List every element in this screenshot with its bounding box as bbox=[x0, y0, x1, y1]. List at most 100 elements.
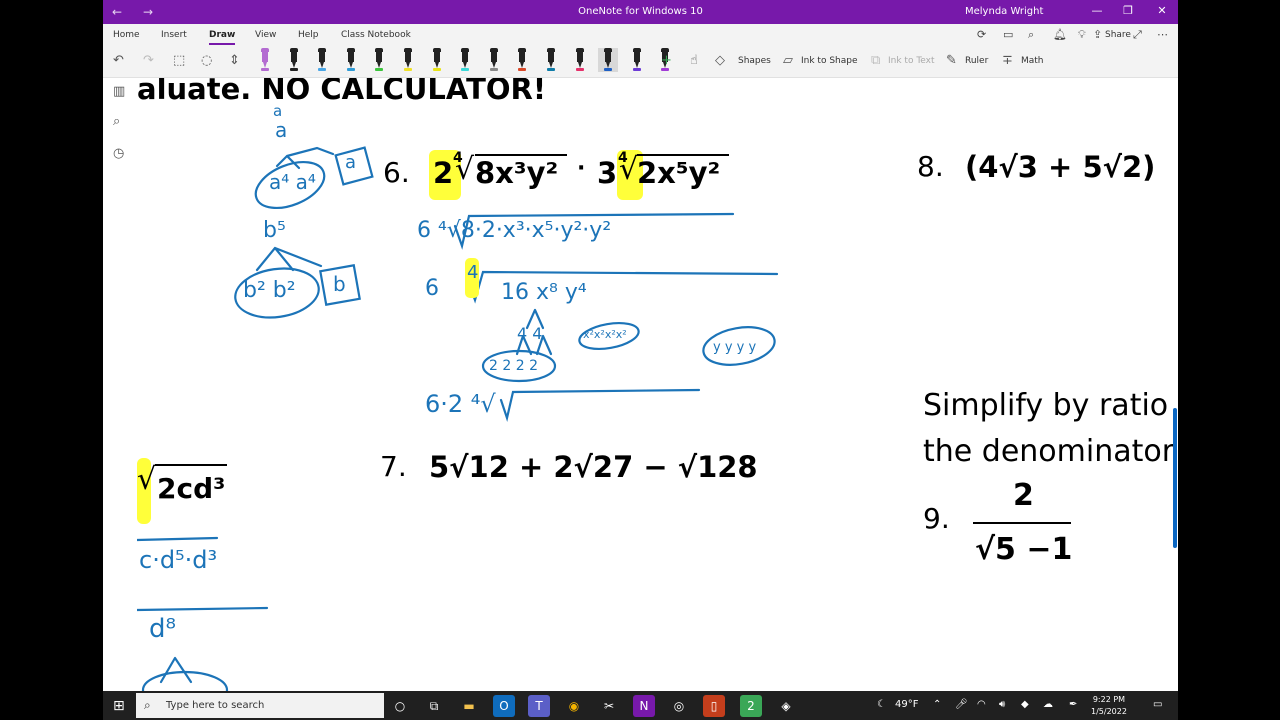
touch-draw-icon[interactable]: ☝ bbox=[690, 53, 698, 68]
ink-radical bbox=[499, 388, 701, 423]
math-button[interactable]: Math bbox=[1021, 56, 1044, 66]
add-pen-icon[interactable]: + bbox=[661, 53, 672, 68]
ruler-icon[interactable]: ✎ bbox=[946, 53, 957, 68]
add-space-icon[interactable]: ⇕ bbox=[229, 53, 240, 68]
ink-text: a bbox=[345, 152, 357, 173]
close-button[interactable]: ✕ bbox=[1155, 4, 1169, 18]
pen-tool[interactable] bbox=[403, 48, 413, 72]
tab-draw[interactable]: Draw bbox=[209, 30, 236, 45]
pen-tool[interactable] bbox=[598, 48, 619, 72]
ink-text: a⁴ a⁴ bbox=[269, 170, 316, 194]
weather-icon[interactable]: ☾ bbox=[877, 699, 886, 710]
tab-class-notebook[interactable]: Class Notebook bbox=[341, 30, 411, 40]
ink-to-shape-button[interactable]: Ink to Shape bbox=[801, 56, 858, 66]
pen-tool[interactable] bbox=[460, 48, 470, 72]
windows-start-icon[interactable]: ⊞ bbox=[113, 698, 125, 714]
chevron-up-icon[interactable]: ⌃ bbox=[933, 699, 941, 710]
system-clock[interactable]: 9:22 PM 1/5/2022 bbox=[1091, 694, 1127, 718]
pen-tool[interactable] bbox=[260, 48, 270, 72]
tab-insert[interactable]: Insert bbox=[161, 30, 187, 40]
microphone-icon[interactable]: 🎤︎ bbox=[955, 699, 968, 710]
ink-text: b² b² bbox=[243, 278, 296, 303]
chrome-icon[interactable]: ◉ bbox=[563, 695, 585, 717]
ink-text: c·d⁵·d³ bbox=[139, 546, 218, 574]
pen-tool[interactable] bbox=[546, 48, 556, 72]
lightbulb-icon[interactable]: 💡︎ bbox=[1078, 28, 1086, 42]
lasso-icon[interactable]: ◌ bbox=[201, 53, 212, 68]
search-placeholder: Type here to search bbox=[166, 700, 265, 711]
ink-to-shape-icon[interactable]: ▱ bbox=[783, 53, 793, 68]
pen-tool[interactable] bbox=[432, 48, 442, 72]
office-icon[interactable]: ▯ bbox=[703, 695, 725, 717]
cloud-icon[interactable]: ☁ bbox=[1043, 699, 1053, 710]
pen-tool[interactable] bbox=[489, 48, 499, 72]
maximize-button[interactable]: ❐ bbox=[1121, 4, 1135, 18]
ink-text: 6 bbox=[425, 276, 439, 301]
outlook-icon[interactable]: O bbox=[493, 695, 515, 717]
recent-icon[interactable]: ◷ bbox=[113, 146, 124, 161]
taskbar: ⊞ ⌕ Type here to search ○ ⧉ ▬ O T ◉ ✂ N … bbox=[103, 691, 1178, 720]
pen-tool[interactable] bbox=[517, 48, 527, 72]
obs-icon[interactable]: ◎ bbox=[668, 695, 690, 717]
task-view-icon[interactable]: ⧉ bbox=[423, 695, 445, 717]
ink-text: 6 ⁴√8·2·x³·x⁵·y²·y² bbox=[417, 218, 612, 243]
ink-text: 6·2 ⁴√ bbox=[425, 390, 496, 418]
volume-icon[interactable]: 🔊︎ bbox=[999, 699, 1005, 710]
redo-icon[interactable]: ↷ bbox=[143, 53, 154, 68]
page-view-icon[interactable]: ▭ bbox=[1003, 28, 1013, 41]
ink-text: x²x²x²x² bbox=[583, 328, 627, 341]
search-icon[interactable]: ⌕ bbox=[1028, 28, 1034, 42]
user-name[interactable]: Melynda Wright bbox=[965, 6, 1043, 17]
network-icon[interactable]: ◠ bbox=[977, 699, 986, 710]
onenote-icon[interactable]: N bbox=[633, 695, 655, 717]
dropbox-icon[interactable]: ◆ bbox=[1021, 699, 1029, 710]
pen-icon[interactable]: ✒ bbox=[1069, 699, 1077, 710]
shapes-button[interactable]: Shapes bbox=[738, 56, 771, 66]
snip-icon[interactable]: ✂ bbox=[598, 695, 620, 717]
more-icon[interactable]: ⋯ bbox=[1157, 28, 1168, 41]
tab-help[interactable]: Help bbox=[298, 30, 319, 40]
pen-tool[interactable] bbox=[632, 48, 642, 72]
page-canvas[interactable]: aluate. NO CALCULATOR! 6. 2 4 √ 8x³y² · … bbox=[137, 78, 1178, 691]
screen: ← → OneNote for Windows 10 Melynda Wrigh… bbox=[0, 0, 1280, 720]
pen-tool[interactable] bbox=[346, 48, 356, 72]
vertical-scrollbar[interactable] bbox=[1173, 408, 1177, 548]
notifications-icon[interactable]: ▭ bbox=[1153, 699, 1162, 710]
undo-icon[interactable]: ↶ bbox=[113, 53, 124, 68]
draw-toolbar: ↶ ↷ ⬚ ◌ ⇕ + ☝ ◇ Shapes ▱ Ink to Shape ⧉ … bbox=[103, 46, 1178, 78]
ink-text: 2 2 2 2 bbox=[489, 358, 538, 374]
file-explorer-icon[interactable]: ▬ bbox=[458, 695, 480, 717]
share-icon[interactable]: ⇪ bbox=[1093, 28, 1102, 41]
sync-icon[interactable]: ⟳ bbox=[977, 28, 986, 41]
tab-home[interactable]: Home bbox=[113, 30, 140, 40]
pen-tool[interactable] bbox=[374, 48, 384, 72]
left-rail: ▥ ⌕ ◷ bbox=[103, 78, 137, 691]
share-button[interactable]: Share bbox=[1105, 30, 1131, 40]
teams-icon[interactable]: T bbox=[528, 695, 550, 717]
shapes-icon[interactable]: ◇ bbox=[715, 53, 725, 68]
minimize-button[interactable]: — bbox=[1090, 4, 1104, 18]
app-2-icon[interactable]: 2 bbox=[740, 695, 762, 717]
clock-date: 1/5/2022 bbox=[1091, 707, 1127, 716]
notebooks-icon[interactable]: ▥ bbox=[113, 84, 125, 99]
screen-share-icon[interactable]: ◈ bbox=[775, 695, 797, 717]
pen-tool[interactable] bbox=[575, 48, 585, 72]
ink-branch bbox=[255, 246, 323, 272]
taskbar-search-input[interactable]: ⌕ Type here to search bbox=[136, 693, 384, 718]
ink-branch bbox=[159, 656, 193, 684]
ruler-button[interactable]: Ruler bbox=[965, 56, 988, 66]
ink-text: 16 x⁸ y⁴ bbox=[501, 280, 587, 305]
pen-tool[interactable] bbox=[317, 48, 327, 72]
cortana-icon[interactable]: ○ bbox=[389, 695, 411, 717]
ink-text: d⁸ bbox=[149, 614, 176, 644]
expand-icon[interactable]: ⤢ bbox=[1133, 28, 1142, 42]
pen-tool[interactable] bbox=[289, 48, 299, 72]
math-icon[interactable]: ∓ bbox=[1002, 53, 1013, 68]
search-icon[interactable]: ⌕ bbox=[113, 114, 120, 129]
select-icon[interactable]: ⬚ bbox=[173, 53, 185, 68]
ink-text: b bbox=[333, 272, 346, 296]
ribbon-tabs: Home Insert Draw View Help Class Noteboo… bbox=[103, 24, 1178, 46]
notifications-icon[interactable]: 🔔︎ bbox=[1053, 28, 1067, 41]
tab-view[interactable]: View bbox=[255, 30, 276, 40]
weather-temperature[interactable]: 49°F bbox=[895, 699, 918, 710]
